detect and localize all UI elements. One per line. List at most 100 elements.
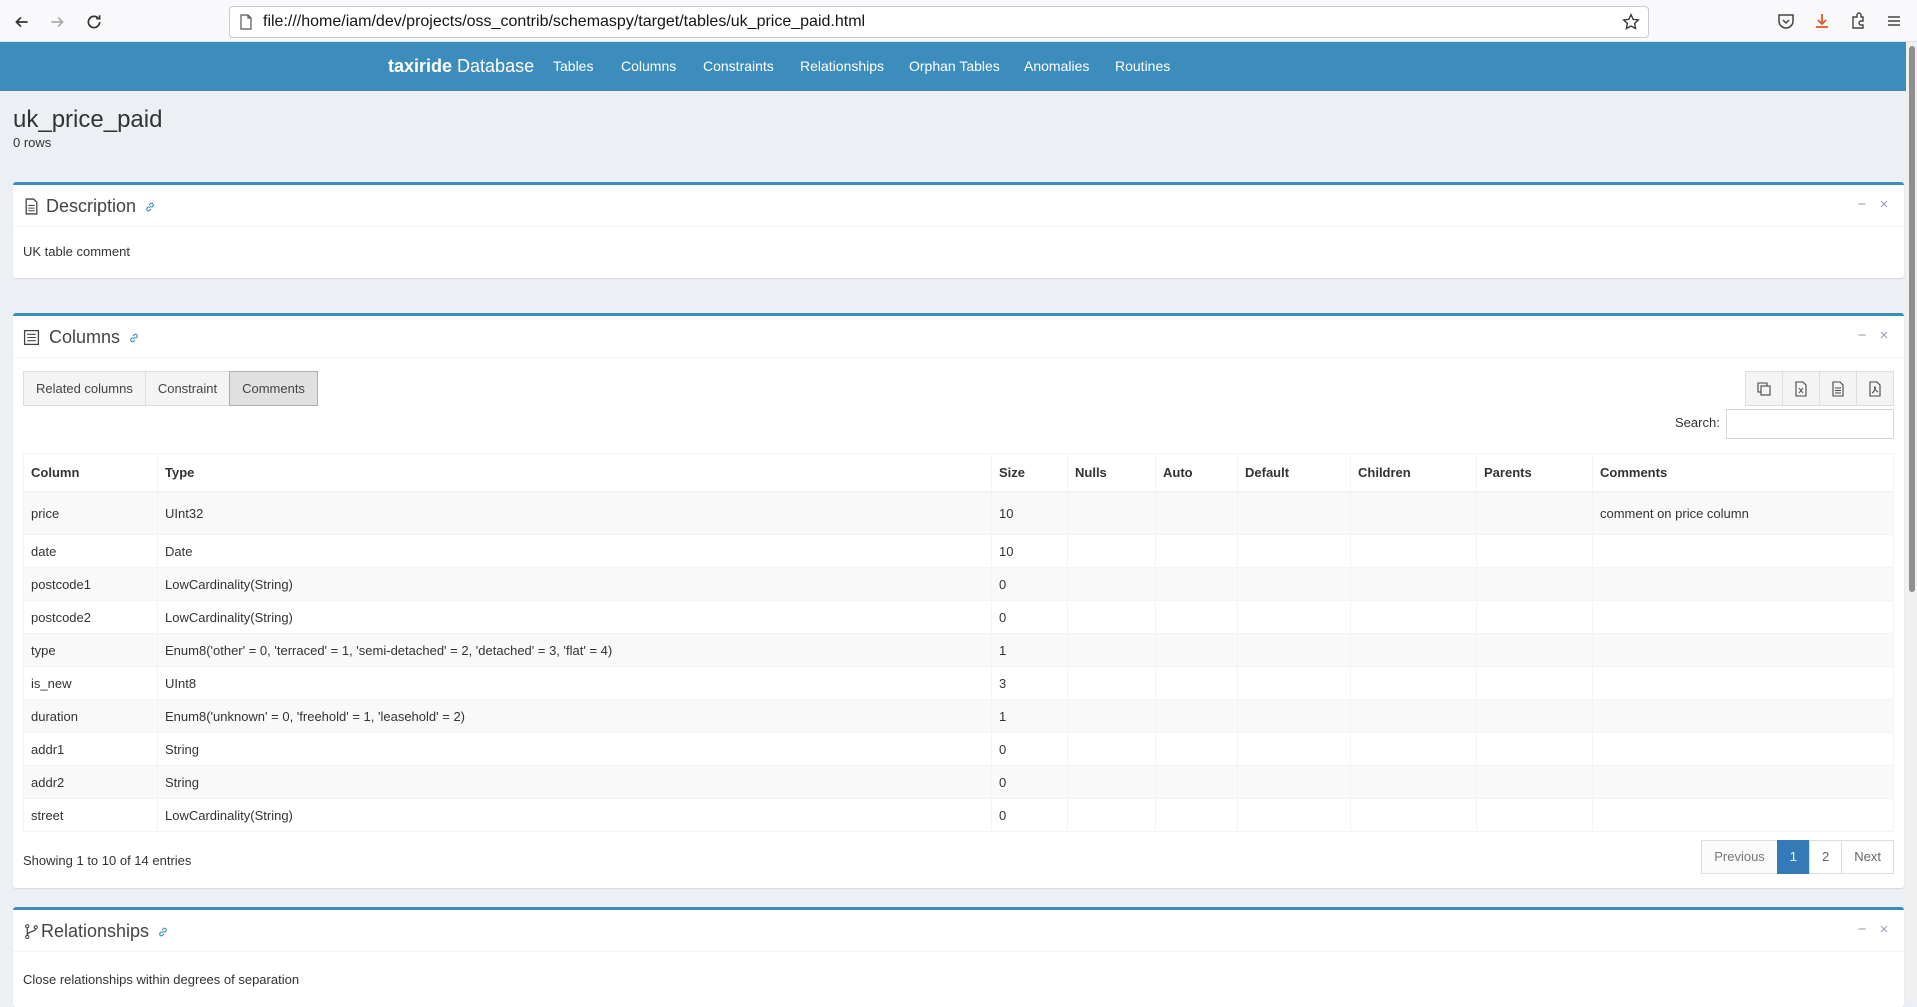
relationships-box: Relationships − × Close relationships wi… bbox=[13, 907, 1904, 1007]
column-header[interactable]: Type bbox=[157, 453, 992, 493]
table-cell: duration bbox=[23, 699, 158, 733]
anchor-link-icon[interactable] bbox=[157, 926, 169, 938]
next-page-button[interactable]: Next bbox=[1841, 840, 1894, 874]
entries-info: Showing 1 to 10 of 14 entries bbox=[23, 853, 192, 868]
table-cell: LowCardinality(String) bbox=[157, 567, 992, 601]
table-cell bbox=[1237, 633, 1351, 667]
table-row: postcode2 LowCardinality(String) 0 bbox=[23, 600, 1894, 634]
table-cell: Date bbox=[157, 534, 992, 568]
url-text[interactable]: file:///home/iam/dev/projects/oss_contri… bbox=[263, 7, 865, 37]
column-header[interactable]: Auto bbox=[1155, 453, 1238, 493]
csv-button[interactable] bbox=[1819, 371, 1857, 406]
page-1-button[interactable]: 1 bbox=[1776, 840, 1811, 874]
table-cell bbox=[1592, 699, 1894, 733]
column-header[interactable]: Parents bbox=[1476, 453, 1593, 493]
file-text-icon bbox=[25, 198, 38, 215]
collapse-icon[interactable]: − bbox=[1854, 195, 1870, 215]
table-cell: comment on price column bbox=[1592, 491, 1894, 535]
table-cell: 3 bbox=[991, 666, 1068, 700]
nav-anomalies[interactable]: Anomalies bbox=[1024, 42, 1089, 91]
columns-table-body: price UInt32 10 comment on price column date… bbox=[23, 491, 1894, 832]
copy-icon bbox=[1757, 381, 1771, 396]
anchor-link-icon[interactable] bbox=[128, 332, 140, 344]
table-cell bbox=[1476, 666, 1593, 700]
copy-button[interactable] bbox=[1745, 371, 1783, 406]
page-2-button[interactable]: 2 bbox=[1809, 840, 1843, 874]
table-cell bbox=[1155, 491, 1238, 535]
table-cell bbox=[1155, 699, 1238, 733]
table-cell: LowCardinality(String) bbox=[157, 600, 992, 634]
column-header[interactable]: Size bbox=[991, 453, 1068, 493]
code-fork-icon bbox=[25, 924, 38, 939]
table-cell: 0 bbox=[991, 567, 1068, 601]
close-icon[interactable]: × bbox=[1876, 920, 1892, 940]
nav-relationships[interactable]: Relationships bbox=[800, 42, 884, 91]
column-header[interactable]: Children bbox=[1350, 453, 1477, 493]
file-pdf-icon bbox=[1869, 380, 1881, 397]
scrollbar-thumb[interactable] bbox=[1909, 46, 1915, 592]
table-cell: 0 bbox=[991, 600, 1068, 634]
description-box-header: Description − × bbox=[13, 185, 1904, 227]
collapse-icon[interactable]: − bbox=[1854, 326, 1870, 346]
table-cell bbox=[1592, 600, 1894, 634]
table-cell bbox=[1476, 732, 1593, 766]
table-row: price UInt32 10 comment on price column bbox=[23, 491, 1894, 535]
pdf-button[interactable] bbox=[1856, 371, 1894, 406]
table-cell bbox=[1592, 534, 1894, 568]
table-cell bbox=[1067, 798, 1156, 832]
table-cell bbox=[1476, 633, 1593, 667]
table-row: addr1 String 0 bbox=[23, 732, 1894, 766]
pagination: Previous 1 2 Next bbox=[1701, 840, 1894, 874]
column-header[interactable]: Nulls bbox=[1067, 453, 1156, 493]
table-cell bbox=[1155, 633, 1238, 667]
table-cell bbox=[1350, 765, 1477, 799]
table-cell bbox=[1067, 491, 1156, 535]
table-row: is_new UInt8 3 bbox=[23, 666, 1894, 700]
page-scrollbar[interactable] bbox=[1906, 42, 1917, 999]
table-cell: type bbox=[23, 633, 158, 667]
nav-orphan-tables[interactable]: Orphan Tables bbox=[909, 42, 1000, 91]
constraint-button[interactable]: Constraint bbox=[144, 371, 231, 406]
table-cell bbox=[1592, 798, 1894, 832]
comments-button[interactable]: Comments bbox=[229, 371, 318, 406]
nav-tables[interactable]: Tables bbox=[553, 42, 593, 91]
pocket-icon[interactable] bbox=[1776, 11, 1796, 31]
menu-icon[interactable] bbox=[1884, 11, 1904, 31]
table-cell: 10 bbox=[991, 491, 1068, 535]
url-bar[interactable]: file:///home/iam/dev/projects/oss_contri… bbox=[229, 6, 1649, 38]
previous-page-button[interactable]: Previous bbox=[1701, 840, 1778, 874]
search-input[interactable] bbox=[1726, 409, 1894, 439]
table-cell bbox=[1155, 567, 1238, 601]
collapse-icon[interactable]: − bbox=[1854, 920, 1870, 940]
anchor-link-icon[interactable] bbox=[144, 201, 156, 213]
downloads-icon[interactable] bbox=[1812, 11, 1832, 31]
forward-icon[interactable] bbox=[45, 10, 69, 34]
brand-link[interactable]: taxiride Database bbox=[388, 42, 534, 91]
table-cell bbox=[1476, 534, 1593, 568]
browser-toolbar: file:///home/iam/dev/projects/oss_contri… bbox=[0, 0, 1917, 42]
relationships-text: Close relationships within degrees of se… bbox=[23, 972, 300, 987]
description-title: Description bbox=[46, 185, 156, 227]
table-cell: Enum8('other' = 0, 'terraced' = 1, 'semi… bbox=[157, 633, 992, 667]
close-icon[interactable]: × bbox=[1876, 195, 1892, 215]
bookmark-star-icon[interactable] bbox=[1622, 13, 1640, 31]
table-row: type Enum8('other' = 0, 'terraced' = 1, '… bbox=[23, 633, 1894, 667]
column-header[interactable]: Comments bbox=[1592, 453, 1894, 493]
table-cell: 10 bbox=[991, 534, 1068, 568]
nav-constraints[interactable]: Constraints bbox=[703, 42, 774, 91]
close-icon[interactable]: × bbox=[1876, 326, 1892, 346]
excel-button[interactable] bbox=[1782, 371, 1820, 406]
column-header[interactable]: Default bbox=[1237, 453, 1351, 493]
related-columns-button[interactable]: Related columns bbox=[23, 371, 146, 406]
extensions-icon[interactable] bbox=[1848, 11, 1868, 31]
relationships-title: Relationships bbox=[41, 910, 169, 952]
table-cell: price bbox=[23, 491, 158, 535]
table-cell bbox=[1067, 765, 1156, 799]
nav-routines[interactable]: Routines bbox=[1115, 42, 1170, 91]
nav-columns[interactable]: Columns bbox=[621, 42, 676, 91]
reload-icon[interactable] bbox=[82, 10, 106, 34]
table-cell: Enum8('unknown' = 0, 'freehold' = 1, 'le… bbox=[157, 699, 992, 733]
table-cell bbox=[1592, 666, 1894, 700]
back-icon[interactable] bbox=[10, 10, 34, 34]
column-header[interactable]: Column bbox=[23, 453, 158, 493]
